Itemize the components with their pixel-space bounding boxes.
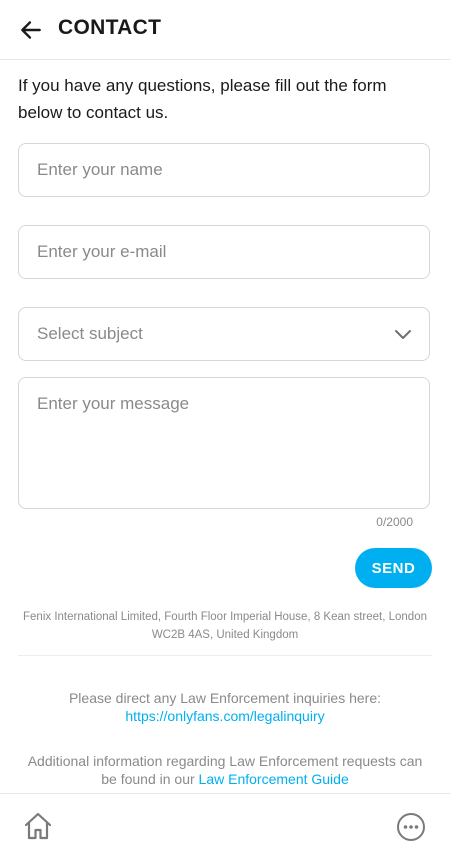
name-input[interactable] xyxy=(18,143,430,197)
more-icon[interactable] xyxy=(396,812,426,842)
home-icon[interactable] xyxy=(22,810,54,842)
email-input[interactable] xyxy=(18,225,430,279)
law-enforcement-block: Please direct any Law Enforcement inquir… xyxy=(18,689,432,725)
page-title: CONTACT xyxy=(58,16,162,39)
chevron-down-icon xyxy=(395,330,411,339)
guide-block: Additional information regarding Law Enf… xyxy=(18,752,432,788)
law-enforcement-text: Please direct any Law Enforcement inquir… xyxy=(68,690,382,706)
subject-select-label: Select subject xyxy=(37,324,143,343)
subject-select[interactable]: Select subject xyxy=(18,307,430,361)
app-header: CONTACT xyxy=(0,0,450,60)
divider xyxy=(18,655,432,656)
message-textarea[interactable] xyxy=(18,377,430,509)
character-counter: 0/2000 xyxy=(376,515,413,529)
law-enforcement-guide-link[interactable]: Law Enforcement Guide xyxy=(199,771,349,787)
company-address: Fenix International Limited, Fourth Floo… xyxy=(23,611,427,641)
back-arrow-icon[interactable] xyxy=(18,17,44,43)
legal-inquiry-link[interactable]: https://onlyfans.com/legalinquiry xyxy=(125,708,324,724)
intro-text: If you have any questions, please fill o… xyxy=(18,76,387,122)
send-button[interactable]: SEND xyxy=(355,548,432,588)
bottom-nav xyxy=(0,793,450,855)
